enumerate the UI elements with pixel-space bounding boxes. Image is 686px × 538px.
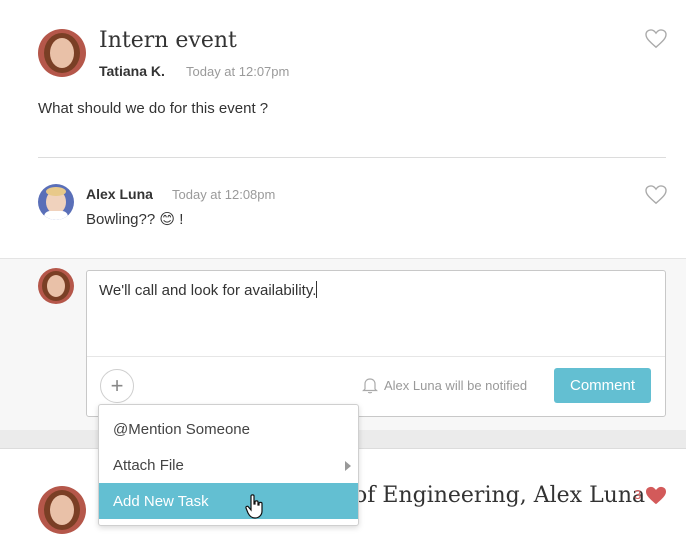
post-author-avatar[interactable] (38, 29, 86, 77)
reply-body-suffix: ! (179, 211, 184, 228)
smile-emoji-icon: 😊 (159, 211, 176, 228)
add-attachment-plus-button[interactable]: + (100, 369, 134, 403)
hand-cursor-icon (245, 494, 263, 519)
bell-icon (362, 378, 378, 394)
attach-menu: @Mention Someone Attach File Add New Tas… (98, 404, 359, 526)
like-heart-icon[interactable] (645, 29, 667, 49)
post-title: Intern event (99, 28, 237, 53)
post-card: Intern event Tatiana K. Today at 12:07pm… (0, 0, 686, 430)
post-author-name[interactable]: Tatiana K. (99, 63, 165, 79)
text-caret (316, 281, 318, 298)
post-body: What should we do for this event ? (38, 100, 269, 117)
reply-body-text: Bowling?? (86, 211, 156, 228)
menu-item-add-new-task[interactable]: Add New Task (99, 483, 358, 519)
chevron-right-icon (345, 461, 351, 471)
current-user-avatar (38, 268, 74, 304)
like-count: 3 (634, 487, 642, 502)
reply-author-avatar[interactable] (38, 184, 74, 220)
reply-body: Bowling?? 😊 ! (86, 210, 183, 228)
reply-timestamp: Today at 12:08pm (172, 187, 276, 202)
notify-text: Alex Luna will be notified (384, 377, 528, 393)
heart-filled-icon[interactable] (645, 486, 667, 506)
composer-toolbar-divider (87, 356, 665, 357)
menu-item-label: Add New Task (113, 492, 209, 510)
menu-item-attach-file[interactable]: Attach File (99, 447, 358, 483)
reply-author-name[interactable]: Alex Luna (86, 186, 153, 202)
divider (38, 157, 666, 158)
post-timestamp: Today at 12:07pm (186, 64, 290, 79)
next-post-author-avatar[interactable] (38, 486, 86, 534)
notify-info: Alex Luna will be notified (362, 376, 527, 394)
next-post-title: of Engineering, Alex Luna (354, 483, 646, 508)
comment-text: We'll call and look for availability. (99, 281, 318, 299)
plus-icon: + (110, 373, 124, 398)
comment-button[interactable]: Comment (554, 368, 651, 403)
menu-item-mention[interactable]: @Mention Someone (99, 411, 358, 447)
comment-text-value: We'll call and look for availability. (99, 282, 317, 299)
reply-like-heart-icon[interactable] (645, 185, 667, 205)
menu-item-label: @Mention Someone (113, 420, 250, 438)
menu-item-label: Attach File (113, 456, 184, 474)
